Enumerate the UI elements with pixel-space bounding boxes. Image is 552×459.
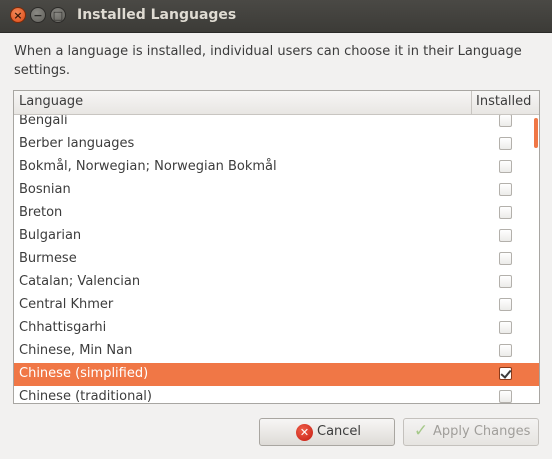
installed-checkbox[interactable] — [499, 160, 512, 173]
list-item[interactable]: Bokmål, Norwegian; Norwegian Bokmål — [14, 156, 539, 179]
installed-checkbox-checked[interactable] — [499, 367, 512, 380]
installed-checkbox[interactable] — [499, 298, 512, 311]
installed-checkbox[interactable] — [499, 183, 512, 196]
installed-checkbox[interactable] — [499, 390, 512, 403]
window-title: Installed Languages — [77, 7, 237, 23]
cancel-icon: ✕ — [296, 424, 313, 441]
installed-checkbox[interactable] — [499, 137, 512, 150]
language-name: Bosnian — [19, 182, 71, 197]
list-item[interactable]: Bosnian — [14, 179, 539, 202]
list-rows: Bengali Berber languages Bokmål, Norwegian… — [14, 115, 539, 403]
minimize-icon[interactable]: − — [30, 7, 46, 23]
cancel-button[interactable]: ✕ Cancel — [259, 418, 395, 446]
list-item[interactable]: Chinese (traditional) — [14, 386, 539, 403]
installed-checkbox[interactable] — [499, 252, 512, 265]
list-item[interactable]: Catalan; Valencian — [14, 271, 539, 294]
language-name: Chhattisgarhi — [19, 320, 107, 335]
language-name: Chinese (traditional) — [19, 389, 152, 403]
maximize-icon[interactable]: □ — [50, 7, 66, 23]
cancel-label: Cancel — [317, 424, 362, 439]
apply-changes-label: Apply Changes — [433, 424, 531, 439]
language-name: Central Khmer — [19, 297, 114, 312]
list-item[interactable]: Burmese — [14, 248, 539, 271]
list-item[interactable]: Bengali — [14, 115, 539, 133]
description-text: When a language is installed, individual… — [14, 44, 522, 78]
installed-checkbox[interactable] — [499, 115, 512, 127]
installed-checkbox[interactable] — [499, 206, 512, 219]
list-item[interactable]: Chhattisgarhi — [14, 317, 539, 340]
list-item[interactable]: Central Khmer — [14, 294, 539, 317]
list-item[interactable]: Chinese (simplified) — [14, 363, 539, 386]
list-item[interactable]: Chinese, Min Nan — [14, 340, 539, 363]
title-bar: × − □ Installed Languages — [0, 0, 552, 33]
checkmark-icon: ✓ — [413, 421, 429, 441]
close-icon[interactable]: × — [10, 7, 26, 23]
language-list[interactable]: Language Installed Bengali Berber languag… — [13, 90, 540, 404]
column-divider — [471, 91, 472, 114]
language-name: Chinese (simplified) — [19, 366, 149, 381]
installed-checkbox[interactable] — [499, 229, 512, 242]
list-item[interactable]: Bulgarian — [14, 225, 539, 248]
installed-checkbox[interactable] — [499, 344, 512, 357]
language-name: Bulgarian — [19, 228, 82, 243]
language-name: Catalan; Valencian — [19, 274, 141, 289]
apply-changes-button[interactable]: ✓ Apply Changes — [403, 418, 539, 446]
list-item[interactable]: Berber languages — [14, 133, 539, 156]
language-name: Bengali — [19, 115, 68, 128]
installed-checkbox[interactable] — [499, 275, 512, 288]
installed-checkbox[interactable] — [499, 321, 512, 334]
column-header-language[interactable]: Language — [19, 94, 83, 109]
list-item[interactable]: Breton — [14, 202, 539, 225]
list-body: Bengali Berber languages Bokmål, Norwegian… — [14, 115, 539, 403]
scrollbar[interactable] — [534, 118, 538, 148]
language-name: Breton — [19, 205, 63, 220]
language-name: Bokmål, Norwegian; Norwegian Bokmål — [19, 159, 277, 174]
column-header-installed[interactable]: Installed — [476, 94, 531, 109]
language-name: Berber languages — [19, 136, 135, 151]
language-name: Burmese — [19, 251, 77, 266]
list-header: Language Installed — [14, 91, 539, 115]
language-name: Chinese, Min Nan — [19, 343, 133, 358]
